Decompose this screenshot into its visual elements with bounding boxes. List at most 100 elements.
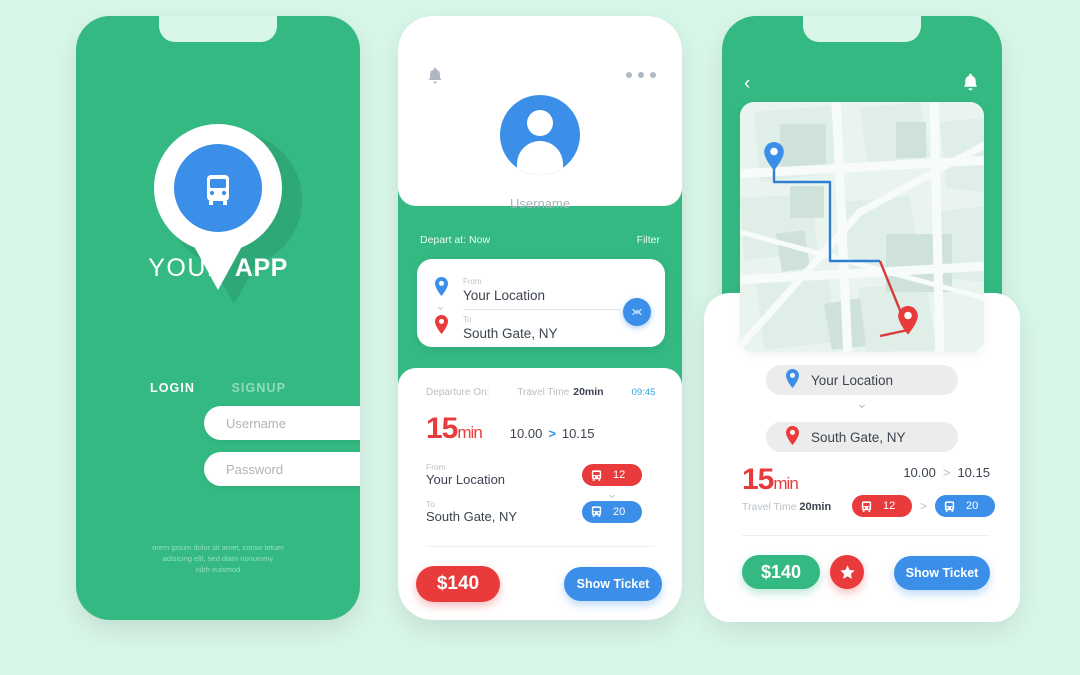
- profile-header: Username: [398, 16, 682, 211]
- from-label: From: [463, 277, 482, 286]
- chevron-left-icon[interactable]: ‹: [744, 74, 750, 93]
- footer-line-1: orem ipsum dolor sit amet, conse tetuer: [152, 543, 284, 552]
- route-badge-red-number: 12: [883, 500, 896, 512]
- route-badges: 12 ⌄ 20: [582, 464, 642, 523]
- trip-meta-row: Departure On: Travel Time 20min 09:45: [426, 386, 662, 398]
- from-location-label: Your Location: [811, 372, 894, 388]
- show-ticket-button[interactable]: Show Ticket: [564, 567, 662, 601]
- route-map[interactable]: [740, 102, 984, 352]
- star-icon: [839, 564, 855, 579]
- brand-bold: APP: [234, 254, 288, 282]
- filter-bar: Depart at: Now Filter: [420, 234, 660, 246]
- arrow-icon: >: [920, 499, 928, 513]
- password-input[interactable]: Password: [204, 452, 360, 486]
- route-badge-blue[interactable]: 20: [935, 495, 996, 517]
- arrow-icon: >: [942, 465, 951, 480]
- favorite-button[interactable]: [830, 555, 864, 589]
- map-pin-blue-icon: [786, 369, 799, 391]
- tab-login[interactable]: LOGIN: [150, 381, 195, 395]
- duration-unit: min: [457, 423, 482, 442]
- departure-label: Departure On:: [426, 387, 490, 398]
- trip-to-label: To: [426, 499, 435, 509]
- username-placeholder: Username: [226, 415, 286, 431]
- travel-time-value: 20min: [799, 501, 832, 513]
- route-badge-red[interactable]: 12: [852, 495, 912, 517]
- app-logo: [76, 124, 360, 344]
- from-location-pill[interactable]: Your Location: [766, 365, 958, 395]
- duration-number-wrap: 15min: [742, 463, 799, 496]
- search-results-screen: Username Depart at: Now Filter From Your…: [398, 16, 682, 620]
- sheet-divider: [426, 546, 654, 547]
- bus-icon: [861, 500, 872, 512]
- brand-title: YOUR APP: [76, 254, 360, 283]
- map-pin-red-icon: [786, 426, 799, 448]
- avatar-body: [517, 141, 563, 175]
- map-pin-red-icon: [435, 315, 448, 339]
- swap-vertical-icon[interactable]: [623, 298, 651, 326]
- arrow-icon: >: [548, 426, 556, 441]
- trip-from-value: Your Location: [426, 472, 506, 487]
- password-placeholder: Password: [226, 461, 284, 477]
- login-screen: YOUR APP LOGIN SIGNUP Username Password …: [76, 16, 360, 620]
- clock-value: 09:45: [631, 387, 656, 398]
- more-dots-icon[interactable]: [626, 72, 656, 78]
- tab-signup[interactable]: SIGNUP: [232, 381, 287, 395]
- from-value[interactable]: Your Location: [463, 288, 545, 303]
- route-badges: 12 > 20: [852, 495, 996, 517]
- travel-time-value: 20min: [573, 386, 604, 398]
- time-range: 10.00 >10.15: [903, 465, 990, 480]
- field-divider: [463, 309, 620, 310]
- route-badge-blue[interactable]: 20: [582, 500, 642, 523]
- end-time: 10.15: [957, 465, 990, 480]
- filter-button[interactable]: Filter: [637, 234, 660, 246]
- footer-text: orem ipsum dolor sit amet, conse tetuer …: [116, 542, 320, 575]
- duration-unit: min: [773, 474, 798, 493]
- to-value[interactable]: South Gate, NY: [463, 326, 558, 341]
- phone-notch: [803, 16, 921, 42]
- trip-endpoints: From Your Location To South Gate, NY: [426, 462, 517, 536]
- depart-at-label[interactable]: Depart at: Now: [420, 234, 490, 246]
- to-location-label: South Gate, NY: [811, 429, 906, 445]
- start-time: 10.00: [903, 465, 936, 480]
- chevron-down-icon: ⌄: [435, 298, 446, 313]
- route-badge-blue-number: 20: [966, 500, 979, 512]
- chevron-down-icon: ⌄: [606, 485, 618, 501]
- bus-icon: [591, 506, 602, 517]
- bus-icon: [944, 500, 955, 512]
- duration-number: 15: [426, 412, 458, 445]
- trip-from-label: From: [426, 462, 446, 472]
- route-badge-blue-number: 20: [613, 505, 626, 518]
- trip-sheet: Departure On: Travel Time 20min 09:45 15…: [398, 368, 682, 620]
- duration-row: 15min 10.00 >10.15: [426, 412, 662, 446]
- show-ticket-button[interactable]: Show Ticket: [894, 556, 990, 590]
- trip-to-value: South Gate, NY: [426, 509, 518, 524]
- start-time: 10.00: [509, 426, 543, 441]
- bus-pin-icon: [174, 144, 262, 232]
- auth-tabs: LOGIN SIGNUP: [76, 379, 360, 397]
- location-card: From Your Location ⌄ To South Gate, NY: [417, 259, 665, 347]
- bell-icon[interactable]: [426, 66, 444, 91]
- footer-line-3: nibh euismod: [195, 565, 241, 574]
- to-location-pill[interactable]: South Gate, NY: [766, 422, 958, 452]
- price-button[interactable]: $140: [416, 566, 500, 602]
- duration-display: 15min: [426, 412, 483, 446]
- route-badge-red[interactable]: 12: [582, 464, 642, 486]
- travel-time: Travel Time 20min: [742, 501, 831, 513]
- travel-time-label: Travel Time: [517, 387, 570, 398]
- user-avatar-icon[interactable]: [500, 95, 580, 175]
- to-label: To: [463, 315, 472, 324]
- bell-icon[interactable]: [961, 72, 980, 98]
- chevron-down-icon: ⌄: [856, 395, 868, 411]
- username-label: Username: [510, 196, 570, 211]
- end-time: 10.15: [561, 426, 595, 441]
- price-button[interactable]: $140: [742, 555, 820, 589]
- username-input[interactable]: Username: [204, 406, 360, 440]
- bus-icon: [591, 469, 602, 481]
- footer-line-2: adisicing elit, sed diam nonummy: [162, 554, 274, 563]
- route-badge-red-number: 12: [613, 469, 626, 481]
- time-range: 10.00 >10.15: [510, 426, 595, 441]
- avatar-head: [527, 110, 553, 136]
- screenshot-stage: YOUR APP LOGIN SIGNUP Username Password …: [0, 0, 1080, 675]
- travel-time-label: Travel Time: [742, 501, 797, 513]
- brand-light: YOUR: [148, 254, 235, 282]
